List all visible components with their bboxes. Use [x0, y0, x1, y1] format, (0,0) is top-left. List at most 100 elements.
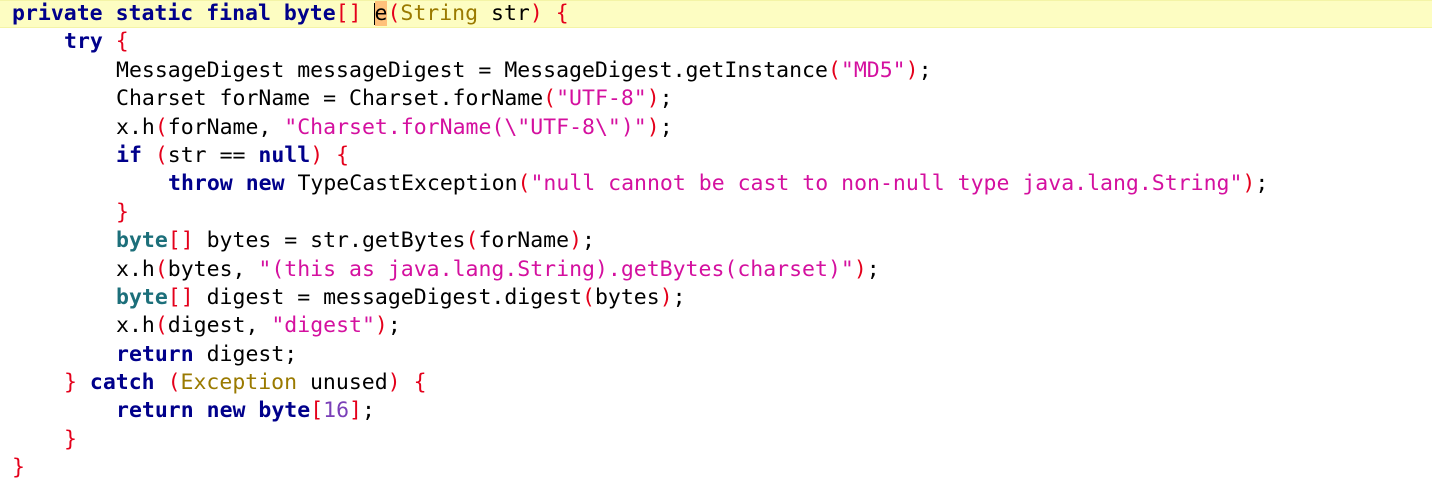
code-line-current[interactable]: private static final byte[] e(String str…	[0, 0, 1432, 29]
keyword-token: return	[116, 341, 194, 367]
keyword-token: byte	[283, 1, 336, 26]
keyword-token: null	[258, 142, 311, 168]
code-line[interactable]: Charset forName = Charset.forName("UTF-8…	[0, 85, 1432, 113]
bracket-token: )	[1242, 171, 1256, 197]
bracket-token: [	[310, 398, 324, 424]
bracket-token: )	[310, 142, 324, 168]
bracket-token: ]	[349, 398, 362, 424]
identifier-token: ;	[362, 398, 375, 424]
code-line[interactable]: x.h(forName, "Charset.forName(\"UTF-8\")…	[0, 114, 1432, 142]
bracket-token: (	[517, 171, 531, 197]
type-token: Exception	[180, 370, 298, 396]
identifier-token	[401, 370, 414, 395]
number-literal: 16	[323, 398, 350, 424]
code-line[interactable]: x.h(bytes, "(this as java.lang.String).g…	[0, 256, 1432, 284]
identifier-token	[142, 143, 155, 168]
bracket-token: )	[646, 86, 660, 112]
string-literal: "Charset.forName(\"UTF-8\")"	[284, 114, 647, 140]
identifier-token: Charset forName = Charset.forName	[116, 86, 544, 112]
keyword-token: return	[116, 398, 194, 424]
bracket-token: )	[853, 256, 867, 282]
identifier-token	[233, 171, 246, 196]
identifier-token: ;	[659, 114, 673, 140]
identifier-token: x.h	[116, 256, 155, 282]
bracket-token: []	[167, 228, 194, 254]
code-line[interactable]: MessageDigest messageDigest = MessageDig…	[0, 57, 1432, 85]
identifier-token	[194, 398, 207, 423]
string-literal: "UTF-8"	[556, 86, 647, 112]
keyword-token: if	[116, 142, 142, 168]
identifier-token: MessageDigest messageDigest = MessageDig…	[116, 57, 828, 83]
identifier-token	[155, 370, 168, 395]
keyword-token: private	[12, 1, 103, 26]
identifier-token	[245, 398, 258, 423]
bracket-token: (	[154, 256, 168, 282]
bracket-token: )	[905, 57, 919, 83]
code-line[interactable]: }	[0, 426, 1432, 454]
bracket-token: (	[154, 114, 168, 140]
code-editor[interactable]: private static final byte[] e(String str…	[0, 0, 1432, 502]
bracket-token: {	[115, 29, 129, 55]
bracket-token: (	[465, 228, 479, 254]
bracket-token: }	[116, 199, 129, 225]
bracket-token: (	[543, 86, 557, 112]
bracket-token: (	[387, 1, 401, 26]
string-literal: "(this as java.lang.String).getBytes(cha…	[258, 256, 854, 282]
identifier-token	[323, 143, 336, 168]
bracket-token: (	[167, 370, 181, 396]
code-line[interactable]: }	[0, 199, 1432, 227]
string-literal: "digest"	[271, 313, 375, 339]
identifier-token: x.h	[116, 313, 155, 339]
bracket-token: }	[12, 455, 25, 481]
keyword-token: byte	[258, 398, 311, 424]
identifier-token: digest = messageDigest.digest	[193, 284, 582, 310]
code-line[interactable]: throw new TypeCastException("null cannot…	[0, 170, 1432, 198]
selected-identifier: e	[374, 1, 388, 26]
identifier-token: digest,	[167, 313, 272, 339]
identifier-token	[103, 29, 116, 54]
bracket-token: (	[582, 284, 595, 310]
keyword-token: new	[245, 171, 285, 197]
identifier-token: forName	[478, 228, 570, 254]
keyword-token: catch	[89, 370, 155, 396]
identifier-token: str	[478, 1, 530, 26]
code-line[interactable]: x.h(digest, "digest");	[0, 312, 1432, 340]
bracket-token: )	[387, 370, 401, 396]
code-line[interactable]: return digest;	[0, 341, 1432, 369]
identifier-token	[77, 370, 90, 395]
identifier-token	[543, 1, 556, 26]
code-line[interactable]: }	[0, 454, 1432, 482]
bracket-token: }	[64, 426, 77, 452]
code-line[interactable]: return new byte[16];	[0, 397, 1432, 425]
code-line[interactable]: if (str == null) {	[0, 142, 1432, 170]
bracket-token: []	[335, 1, 362, 26]
bracket-token: {	[555, 1, 569, 26]
identifier-token: ;	[866, 256, 880, 282]
bracket-token: (	[827, 57, 841, 83]
code-line[interactable]: try {	[0, 28, 1432, 56]
bracket-token: )	[569, 228, 583, 254]
identifier-token: str ==	[167, 142, 259, 168]
identifier-token: TypeCastException	[284, 171, 518, 197]
identifier-token	[271, 1, 284, 26]
bracket-token: }	[64, 370, 77, 396]
identifier-token: ;	[659, 86, 673, 112]
identifier-token: ;	[918, 57, 932, 83]
bracket-token: )	[659, 284, 673, 310]
code-line[interactable]: byte[] digest = messageDigest.digest(byt…	[0, 284, 1432, 312]
identifier-token: ;	[1255, 171, 1269, 197]
identifier-token: x.h	[116, 114, 155, 140]
code-line[interactable]: } catch (Exception unused) {	[0, 369, 1432, 397]
identifier-token	[103, 1, 116, 26]
keyword-token: static	[115, 1, 194, 26]
keyword-token: try	[64, 29, 103, 55]
bracket-token: {	[413, 370, 427, 396]
code-line[interactable]: byte[] bytes = str.getBytes(forName);	[0, 227, 1432, 255]
identifier-token: bytes,	[167, 256, 259, 282]
identifier-token	[193, 1, 206, 26]
identifier-token: ;	[387, 313, 401, 339]
keyword-token: byte	[116, 228, 168, 254]
type-token: String	[400, 1, 479, 26]
bracket-token: {	[336, 142, 350, 168]
bracket-token: (	[154, 313, 168, 339]
